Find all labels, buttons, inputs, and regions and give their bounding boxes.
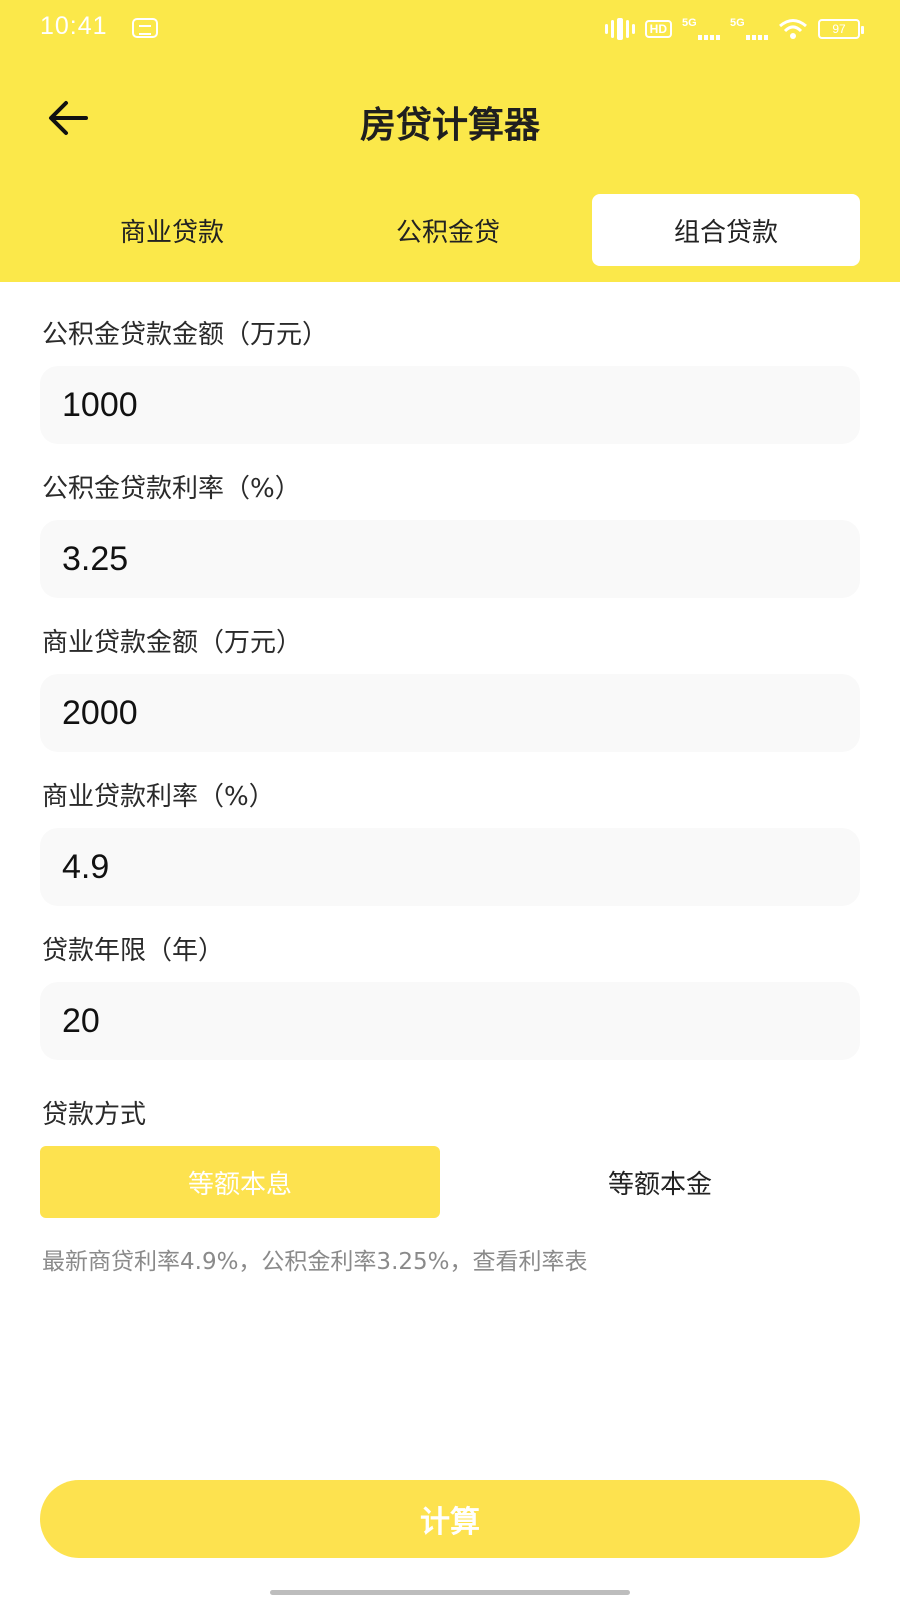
fund-rate-input[interactable]: 3.25 <box>40 520 860 598</box>
signal-icon: 5G <box>730 18 768 40</box>
calculate-button[interactable]: 计算 <box>40 1480 860 1558</box>
fund-amount-input[interactable]: 1000 <box>40 366 860 444</box>
fund-amount-label: 公积金贷款金额（万元） <box>42 320 329 350</box>
commercial-rate-input[interactable]: 4.9 <box>40 828 860 906</box>
fund-rate-label: 公积金贷款利率（%） <box>42 474 301 504</box>
equal-principal-button[interactable]: 等额本金 <box>460 1146 860 1218</box>
repayment-method-label: 贷款方式 <box>42 1100 147 1130</box>
status-time: 10:41 <box>40 12 108 40</box>
header-bar: 10:41 HD 5G 5G 97 房贷计算器 商业贷款 公积金贷 组合贷款 <box>0 0 900 282</box>
vibrate-icon <box>604 18 635 40</box>
status-bar: 10:41 HD 5G 5G 97 <box>0 0 900 60</box>
page-title: 房贷计算器 <box>359 105 540 146</box>
equal-installment-button[interactable]: 等额本息 <box>40 1146 440 1218</box>
commercial-amount-label: 商业贷款金额（万元） <box>42 628 303 658</box>
rate-hint-link[interactable]: 最新商贷利率4.9%，公积金利率3.25%，查看利率表 <box>42 1242 588 1276</box>
tab-fund-loan[interactable]: 公积金贷 <box>316 194 580 266</box>
commercial-amount-input[interactable]: 2000 <box>40 674 860 752</box>
wifi-icon <box>779 19 807 39</box>
tab-commercial-loan[interactable]: 商业贷款 <box>40 194 304 266</box>
tab-combined-loan[interactable]: 组合贷款 <box>592 194 860 266</box>
battery-icon: 97 <box>818 19 864 39</box>
loan-years-label: 贷款年限（年） <box>42 936 225 966</box>
hd-icon: HD <box>644 20 672 38</box>
home-indicator <box>270 1590 630 1595</box>
notification-icon <box>132 18 158 38</box>
loan-years-input[interactable]: 20 <box>40 982 860 1060</box>
status-icons: HD 5G 5G 97 <box>604 16 864 42</box>
loan-type-tabs: 商业贷款 公积金贷 组合贷款 <box>40 194 860 266</box>
signal-icon: 5G <box>682 18 720 40</box>
commercial-rate-label: 商业贷款利率（%） <box>42 782 275 812</box>
